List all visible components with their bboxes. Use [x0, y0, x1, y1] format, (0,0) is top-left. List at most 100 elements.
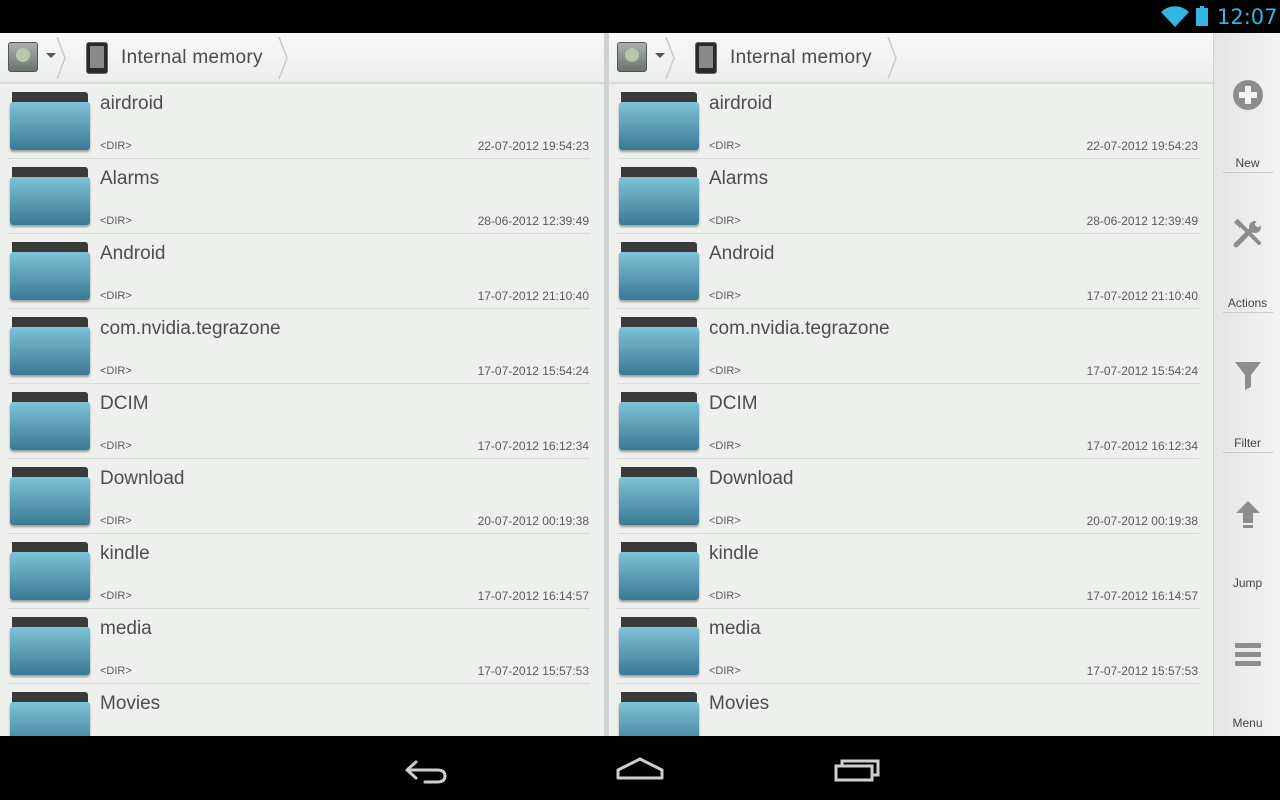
- file-name: Movies: [100, 693, 161, 714]
- file-panel-right: Internal memory airdroid <DIR> 22-07-2012 …: [609, 33, 1213, 736]
- file-name: DCIM: [100, 393, 149, 414]
- home-icon[interactable]: [610, 750, 670, 790]
- jump-button[interactable]: Jump: [1214, 453, 1280, 593]
- file-name: Download: [709, 468, 794, 489]
- breadcrumb: Internal memory: [609, 33, 1213, 84]
- file-name: airdroid: [100, 93, 164, 114]
- file-date: 22-07-2012 19:54:23: [477, 139, 589, 153]
- file-list-item[interactable]: media <DIR> 17-07-2012 15:57:53: [609, 609, 1213, 684]
- file-list-item[interactable]: DCIM <DIR> 17-07-2012 16:12:34: [0, 384, 604, 459]
- file-list: airdroid <DIR> 22-07-2012 19:54:23 Alarms <D…: [0, 84, 604, 736]
- file-name: media: [709, 618, 761, 639]
- file-list-item[interactable]: Download <DIR> 20-07-2012 00:19:38: [609, 459, 1213, 534]
- menu-label: Menu: [1232, 716, 1263, 730]
- chevron-down-icon: [655, 53, 665, 58]
- file-type: <DIR>: [100, 440, 132, 452]
- file-list-item[interactable]: Movies: [0, 684, 604, 736]
- breadcrumb-separator-icon: [278, 37, 288, 79]
- breadcrumb: Internal memory: [0, 33, 604, 84]
- folder-icon: [10, 92, 90, 150]
- storage-icon: [617, 42, 647, 72]
- file-date: 17-07-2012 15:57:53: [477, 664, 589, 678]
- action-toolbar: New Actions Filter Jump Menu: [1213, 33, 1280, 736]
- menu-button[interactable]: Menu: [1214, 593, 1280, 733]
- filter-icon: [1235, 362, 1261, 390]
- folder-icon: [619, 542, 699, 600]
- breadcrumb-separator-icon: [665, 37, 675, 79]
- file-list-item[interactable]: Android <DIR> 17-07-2012 21:10:40: [0, 234, 604, 309]
- file-date: 22-07-2012 19:54:23: [1086, 139, 1198, 153]
- new-label: New: [1235, 156, 1260, 170]
- recents-icon[interactable]: [827, 750, 887, 790]
- file-list-item[interactable]: Alarms <DIR> 28-06-2012 12:39:49: [0, 159, 604, 234]
- file-list-item[interactable]: Android <DIR> 17-07-2012 21:10:40: [609, 234, 1213, 309]
- file-date: 17-07-2012 16:12:34: [477, 439, 589, 453]
- folder-icon: [619, 617, 699, 675]
- file-date: 17-07-2012 15:54:24: [1086, 364, 1198, 378]
- folder-icon: [619, 392, 699, 450]
- file-list-item[interactable]: airdroid <DIR> 22-07-2012 19:54:23: [609, 84, 1213, 159]
- file-date: 17-07-2012 15:57:53: [1086, 664, 1198, 678]
- folder-icon: [10, 392, 90, 450]
- storage-selector-button[interactable]: [617, 42, 669, 76]
- file-list-item[interactable]: media <DIR> 17-07-2012 15:57:53: [0, 609, 604, 684]
- file-list-item[interactable]: com.nvidia.tegrazone <DIR> 17-07-2012 15:5…: [0, 309, 604, 384]
- file-name: Movies: [709, 693, 770, 714]
- folder-icon: [619, 467, 699, 525]
- file-date: 17-07-2012 16:12:34: [1086, 439, 1198, 453]
- file-list-item[interactable]: DCIM <DIR> 17-07-2012 16:12:34: [609, 384, 1213, 459]
- actions-label: Actions: [1227, 296, 1268, 310]
- folder-icon: [10, 467, 90, 525]
- file-type: <DIR>: [709, 440, 741, 452]
- navigation-bar: [0, 736, 1280, 800]
- file-type: <DIR>: [709, 665, 741, 677]
- tablet-icon: [86, 42, 108, 74]
- file-list-item[interactable]: Download <DIR> 20-07-2012 00:19:38: [0, 459, 604, 534]
- file-type: <DIR>: [100, 665, 132, 677]
- menu-icon: [1235, 643, 1261, 666]
- file-list-item[interactable]: Alarms <DIR> 28-06-2012 12:39:49: [609, 159, 1213, 234]
- file-date: 28-06-2012 12:39:49: [477, 214, 589, 228]
- file-list: airdroid <DIR> 22-07-2012 19:54:23 Alarms <D…: [609, 84, 1213, 736]
- file-panel-left: Internal memory airdroid <DIR> 22-07-2012 …: [0, 33, 604, 736]
- file-name: kindle: [709, 543, 759, 564]
- new-button[interactable]: New: [1214, 33, 1280, 173]
- file-date: 20-07-2012 00:19:38: [477, 514, 589, 528]
- folder-icon: [10, 692, 90, 736]
- file-date: 28-06-2012 12:39:49: [1086, 214, 1198, 228]
- file-date: 17-07-2012 15:54:24: [477, 364, 589, 378]
- file-name: airdroid: [709, 93, 773, 114]
- file-list-item[interactable]: Movies: [609, 684, 1213, 736]
- file-type: <DIR>: [709, 590, 741, 602]
- file-list-item[interactable]: kindle <DIR> 17-07-2012 16:14:57: [609, 534, 1213, 609]
- storage-selector-button[interactable]: [8, 42, 60, 76]
- chevron-down-icon: [46, 53, 56, 58]
- folder-icon: [10, 542, 90, 600]
- file-name: DCIM: [709, 393, 758, 414]
- file-type: <DIR>: [709, 215, 741, 227]
- file-list-item[interactable]: kindle <DIR> 17-07-2012 16:14:57: [0, 534, 604, 609]
- storage-icon: [8, 42, 38, 72]
- file-name: Download: [100, 468, 185, 489]
- file-list-item[interactable]: com.nvidia.tegrazone <DIR> 17-07-2012 15:5…: [609, 309, 1213, 384]
- actions-button[interactable]: Actions: [1214, 173, 1280, 313]
- file-type: <DIR>: [100, 140, 132, 152]
- breadcrumb-location[interactable]: Internal memory: [730, 47, 872, 69]
- file-list-item[interactable]: airdroid <DIR> 22-07-2012 19:54:23: [0, 84, 604, 159]
- file-type: <DIR>: [709, 140, 741, 152]
- clock: 12:07: [1217, 5, 1278, 29]
- breadcrumb-location[interactable]: Internal memory: [121, 47, 263, 69]
- tools-icon: [1233, 219, 1261, 248]
- breadcrumb-separator-icon: [887, 37, 897, 79]
- file-name: Android: [709, 243, 775, 264]
- folder-icon: [619, 92, 699, 150]
- folder-icon: [10, 242, 90, 300]
- filter-button[interactable]: Filter: [1214, 313, 1280, 453]
- up-arrow-icon: [1236, 501, 1260, 528]
- file-name: com.nvidia.tegrazone: [100, 318, 281, 339]
- back-icon[interactable]: [395, 750, 455, 790]
- file-type: <DIR>: [100, 365, 132, 377]
- folder-icon: [10, 167, 90, 225]
- wifi-icon: [1161, 6, 1189, 27]
- folder-icon: [619, 692, 699, 736]
